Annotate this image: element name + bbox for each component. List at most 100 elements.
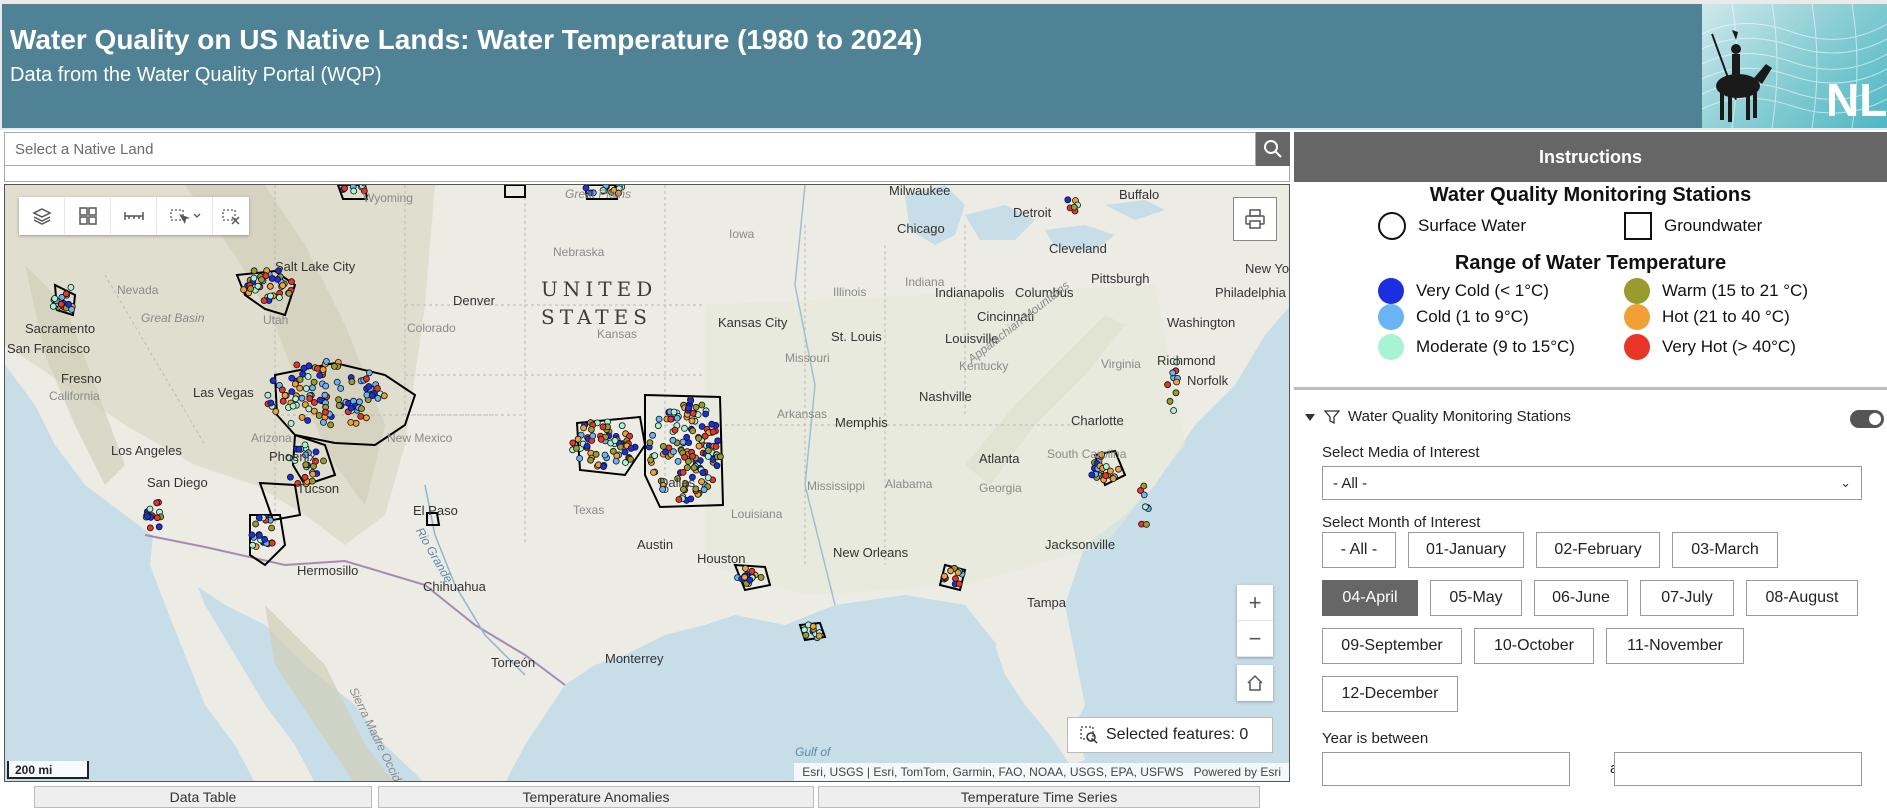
station-point[interactable] <box>288 374 296 382</box>
station-point[interactable] <box>649 431 656 439</box>
station-point[interactable] <box>576 454 583 462</box>
select-tool-button[interactable] <box>157 197 213 235</box>
tab-temperature-anomalies[interactable]: Temperature Anomalies <box>378 786 814 808</box>
station-point[interactable] <box>688 417 696 425</box>
station-point[interactable] <box>301 441 309 449</box>
station-point[interactable] <box>662 448 669 456</box>
year-end-input[interactable] <box>1614 752 1862 786</box>
month-button[interactable]: 03-March <box>1672 532 1778 568</box>
station-point[interactable] <box>347 404 355 412</box>
station-point[interactable] <box>698 401 706 409</box>
station-point[interactable] <box>309 384 316 392</box>
station-point[interactable] <box>348 378 356 386</box>
station-point[interactable] <box>717 453 724 461</box>
station-point[interactable] <box>278 386 286 394</box>
station-point[interactable] <box>279 282 287 289</box>
station-point[interactable] <box>155 523 163 531</box>
station-point[interactable] <box>255 532 263 539</box>
station-point[interactable] <box>704 452 712 460</box>
station-point[interactable] <box>681 424 688 432</box>
station-point[interactable] <box>746 576 754 584</box>
station-point[interactable] <box>1172 389 1180 397</box>
station-point[interactable] <box>599 423 607 431</box>
station-point[interactable] <box>611 437 619 444</box>
station-point[interactable] <box>153 499 161 507</box>
month-button[interactable]: - All - <box>1322 532 1396 568</box>
station-point[interactable] <box>1140 491 1148 499</box>
station-point[interactable] <box>368 392 376 400</box>
station-point[interactable] <box>713 462 721 470</box>
search-button[interactable] <box>1256 132 1290 166</box>
station-point[interactable] <box>673 414 681 422</box>
station-point[interactable] <box>685 404 692 412</box>
station-point[interactable] <box>315 412 323 419</box>
basemap-gallery-button[interactable] <box>65 197 111 235</box>
station-point[interactable] <box>268 275 276 282</box>
station-point[interactable] <box>695 434 703 442</box>
station-point[interactable] <box>267 399 275 407</box>
station-point[interactable] <box>659 442 667 450</box>
year-start-input[interactable] <box>1322 752 1570 786</box>
station-point[interactable] <box>646 439 654 447</box>
station-point[interactable] <box>67 284 75 291</box>
station-point[interactable] <box>667 415 675 423</box>
station-point[interactable] <box>260 297 268 304</box>
station-point[interactable] <box>683 464 691 472</box>
station-point[interactable] <box>347 418 355 426</box>
tab-temperature-time-series[interactable]: Temperature Time Series <box>818 786 1260 808</box>
station-point[interactable] <box>320 457 327 465</box>
station-point[interactable] <box>1169 369 1177 377</box>
station-point[interactable] <box>1173 378 1180 386</box>
station-point[interactable] <box>695 442 703 450</box>
station-point[interactable] <box>675 496 683 503</box>
station-point[interactable] <box>692 403 700 411</box>
station-point[interactable] <box>321 391 329 399</box>
station-point[interactable] <box>1102 472 1110 480</box>
station-point[interactable] <box>700 486 708 494</box>
station-point[interactable] <box>314 365 321 372</box>
station-point[interactable] <box>296 375 304 383</box>
map-view[interactable]: UNITED STATES Salt Lake City Denver Kans… <box>4 184 1290 782</box>
station-point[interactable] <box>815 632 823 640</box>
station-point[interactable] <box>627 445 635 452</box>
station-point[interactable] <box>287 419 295 427</box>
print-button[interactable] <box>1233 197 1277 241</box>
station-point[interactable] <box>701 432 709 440</box>
station-point[interactable] <box>301 473 309 481</box>
month-button[interactable]: 10-October <box>1474 628 1594 664</box>
station-point[interactable] <box>65 300 72 308</box>
station-point[interactable] <box>298 413 306 421</box>
station-point[interactable] <box>252 520 260 528</box>
month-button[interactable]: 08-August <box>1746 580 1858 616</box>
month-button[interactable]: 02-February <box>1536 532 1660 568</box>
station-point[interactable] <box>321 408 329 416</box>
station-point[interactable] <box>757 573 765 581</box>
station-point[interactable] <box>690 464 698 472</box>
station-point[interactable] <box>674 457 682 465</box>
station-point[interactable] <box>51 295 59 302</box>
station-point[interactable] <box>704 447 712 454</box>
station-point[interactable] <box>1109 475 1117 483</box>
station-point[interactable] <box>742 564 749 572</box>
filter-toggle[interactable] <box>1850 410 1884 428</box>
station-point[interactable] <box>293 361 301 369</box>
station-point[interactable] <box>654 422 662 430</box>
station-point[interactable] <box>1143 520 1150 528</box>
station-point[interactable] <box>316 371 324 379</box>
station-point[interactable] <box>337 384 345 392</box>
station-point[interactable] <box>955 580 963 588</box>
station-point[interactable] <box>588 426 595 433</box>
station-point[interactable] <box>699 469 707 477</box>
station-point[interactable] <box>250 274 258 282</box>
zoom-in-button[interactable]: + <box>1237 585 1273 621</box>
station-point[interactable] <box>322 382 330 390</box>
station-point[interactable] <box>335 402 343 409</box>
station-point[interactable] <box>250 267 258 275</box>
station-point[interactable] <box>1070 203 1078 211</box>
station-point[interactable] <box>304 373 312 380</box>
station-point[interactable] <box>146 505 154 513</box>
station-point[interactable] <box>305 405 313 413</box>
station-point[interactable] <box>310 407 318 415</box>
station-point[interactable] <box>621 448 629 456</box>
media-select[interactable]: - All - ⌄ <box>1322 466 1862 500</box>
